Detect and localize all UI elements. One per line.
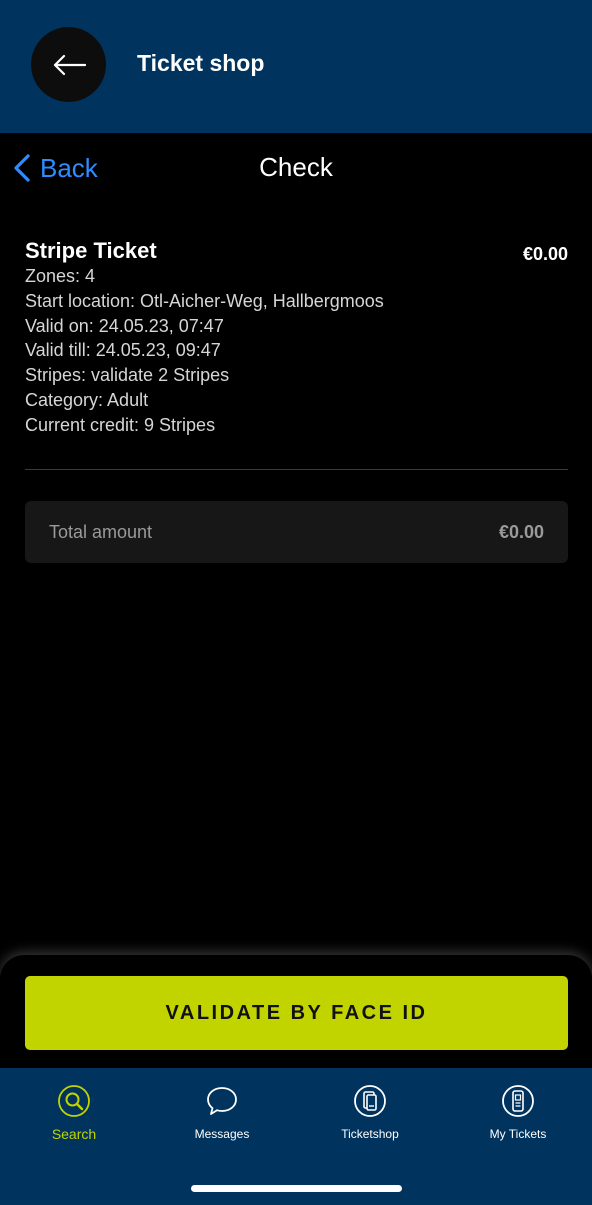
- tab-ticketshop-label: Ticketshop: [341, 1127, 399, 1141]
- divider: [25, 469, 568, 470]
- tab-my-tickets-label: My Tickets: [489, 1127, 547, 1141]
- total-amount-box: Total amount €0.00: [25, 501, 568, 563]
- ticket-current-credit: Current credit: 9 Stripes: [25, 414, 216, 435]
- tab-search-label: Search: [51, 1126, 97, 1142]
- ticket-price: €0.00: [522, 244, 568, 264]
- ticket-start-location: Start location: Otl-Aicher-Weg, Hallberg…: [25, 290, 384, 311]
- my-tickets-icon: [501, 1084, 535, 1118]
- speech-bubble-icon: [205, 1084, 239, 1118]
- page-title: Check: [259, 152, 333, 182]
- tab-messages-label: Messages: [194, 1127, 250, 1141]
- ticket-zones: Zones: 4: [25, 266, 96, 286]
- top-header: Ticket shop: [0, 0, 592, 133]
- tab-ticketshop[interactable]: Ticketshop: [305, 1084, 435, 1141]
- ticket-name: Stripe Ticket: [25, 238, 157, 263]
- tab-my-tickets[interactable]: My Tickets: [453, 1084, 583, 1141]
- back-arrow-button[interactable]: [31, 27, 106, 102]
- ticket-category: Category: Adult: [25, 389, 149, 410]
- search-icon: [57, 1084, 91, 1118]
- ticket-valid-till: Valid till: 24.05.23, 09:47: [25, 340, 221, 361]
- ticketshop-icon: [353, 1084, 387, 1118]
- ticket-stripes: Stripes: validate 2 Stripes: [25, 365, 230, 386]
- arrow-left-icon: [53, 54, 86, 75]
- tab-search[interactable]: Search: [9, 1084, 139, 1142]
- tab-messages[interactable]: Messages: [157, 1084, 287, 1141]
- ticket-valid-on: Valid on: 24.05.23, 07:47: [25, 315, 224, 336]
- total-amount-value: €0.00: [498, 521, 544, 542]
- ticket-summary: Stripe Ticket €0.00 Zones: 4 Start locat…: [25, 238, 568, 438]
- header-title: Ticket shop: [137, 50, 265, 76]
- subnav-bar: Back Check: [0, 133, 592, 203]
- validate-face-id-button[interactable]: VALIDATE BY FACE ID: [25, 976, 568, 1050]
- home-indicator[interactable]: [191, 1185, 402, 1192]
- total-amount-label: Total amount: [49, 521, 153, 542]
